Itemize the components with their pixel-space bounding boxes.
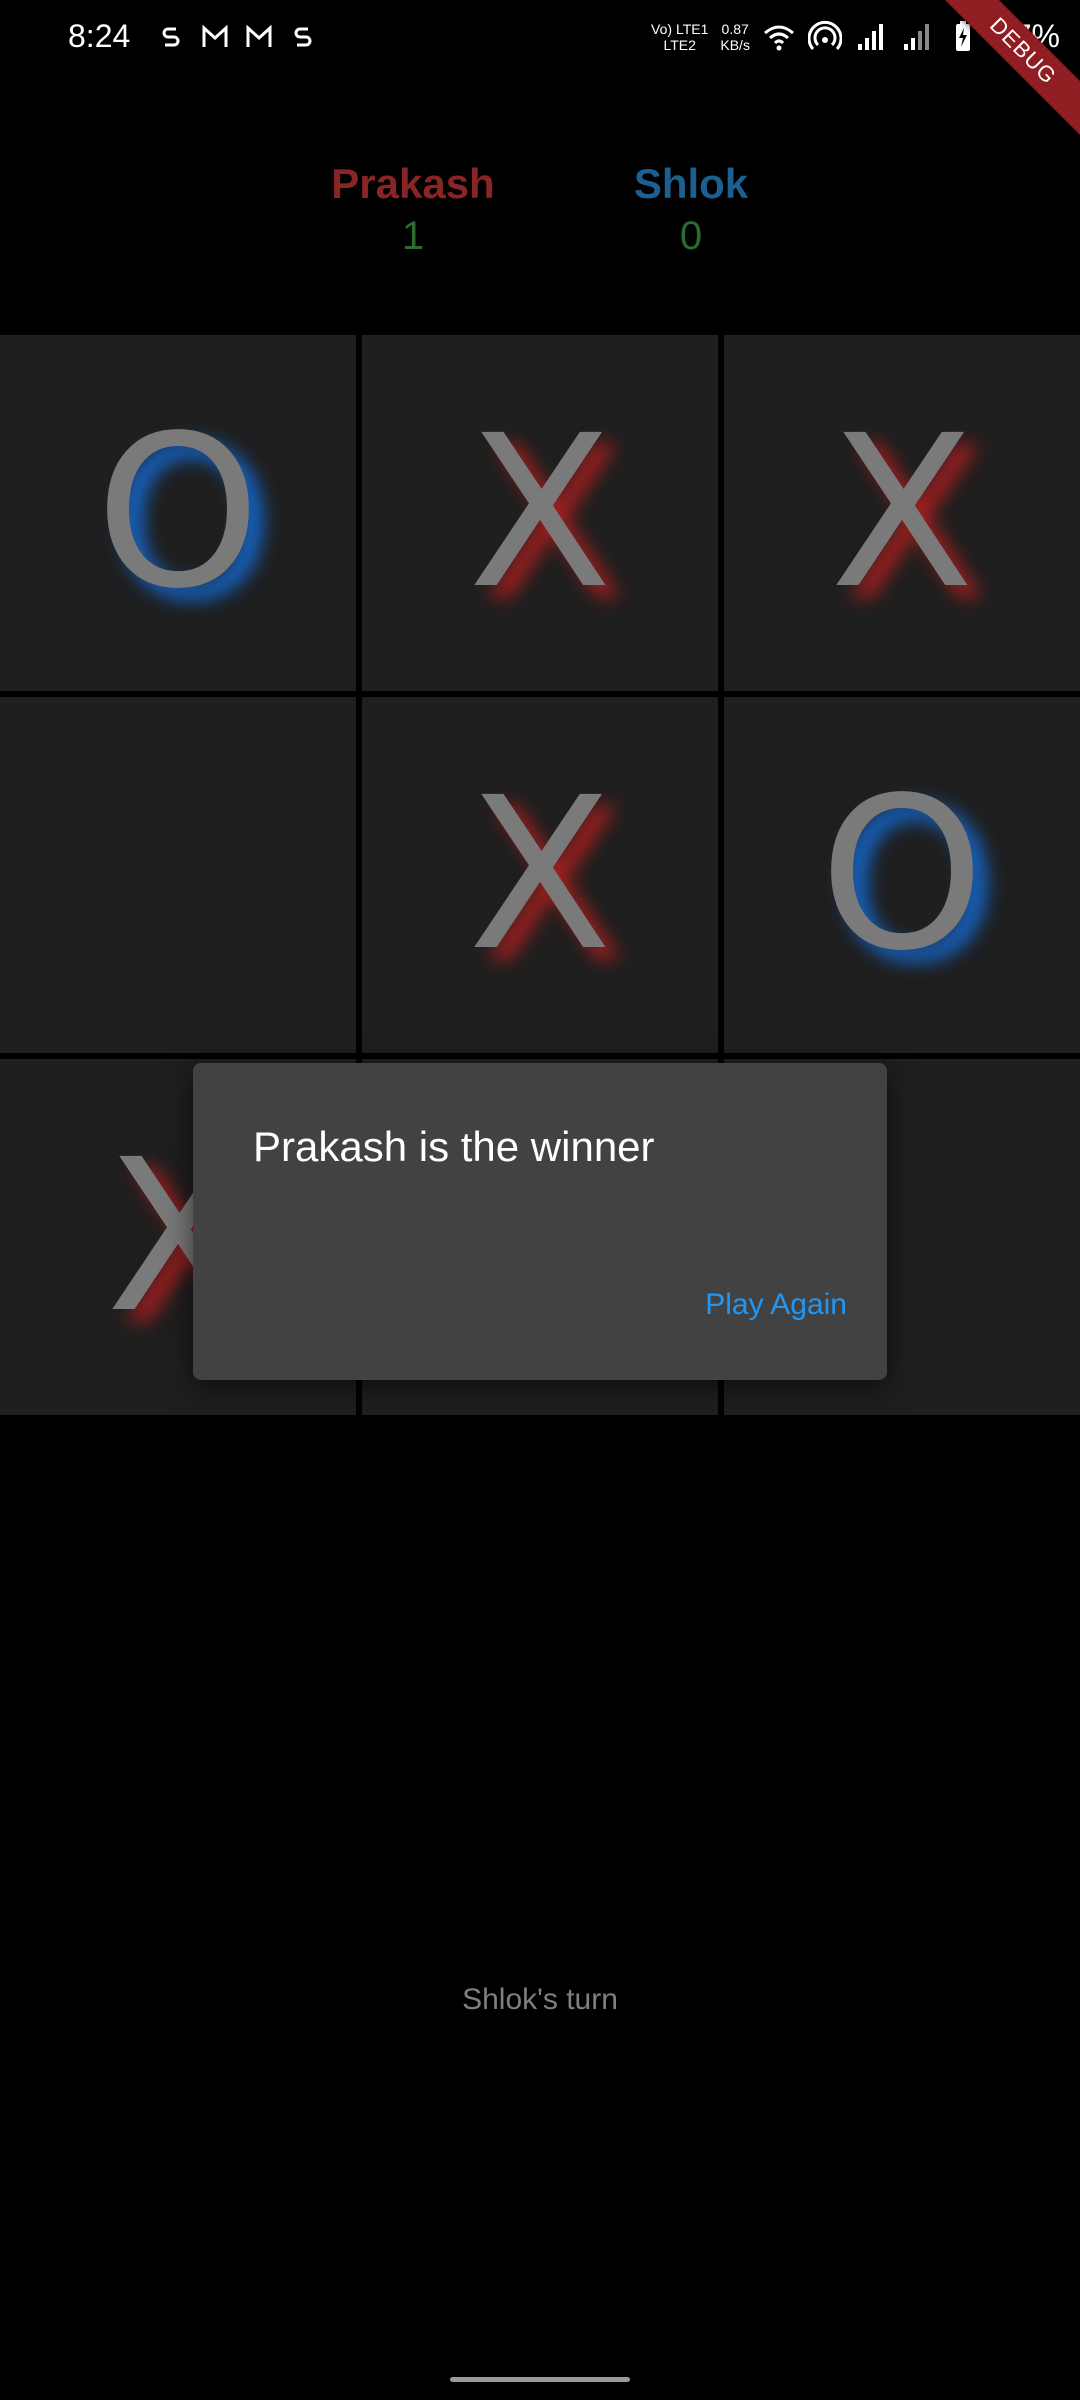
board-cell-3[interactable]: X <box>724 335 1080 691</box>
network-speed: 0.87 KB/s <box>720 20 750 53</box>
board-cell-2[interactable]: X <box>362 335 718 691</box>
board-cell-5[interactable]: X <box>362 697 718 1053</box>
gmail-icon <box>202 24 228 47</box>
turn-indicator: Shlok's turn <box>462 1983 618 2016</box>
network-type-label: Vo) LTE1 LTE2 <box>651 20 709 53</box>
hotspot-icon <box>807 20 842 50</box>
s-icon <box>294 27 312 47</box>
player-1-name: Prakash <box>331 160 495 207</box>
signal-icon <box>857 23 883 50</box>
notification-icons <box>156 22 318 52</box>
play-again-button[interactable]: Play Again <box>705 1288 847 1322</box>
signal-icon <box>903 23 929 50</box>
board-cell-1[interactable]: O <box>0 335 356 691</box>
board-cell-4[interactable] <box>0 697 356 1053</box>
player-1-score: 1 <box>401 214 425 258</box>
player-2-score-panel: Shlok 0 <box>591 160 791 259</box>
winner-dialog: Prakash is the winner Play Again <box>193 1063 887 1380</box>
player-2-score: 0 <box>679 214 703 258</box>
app-screen: 8:24 Vo) LTE1 LTE2 0.87 KB/s DEBUG Praka… <box>0 0 1080 2400</box>
winner-dialog-title: Prakash is the winner <box>253 1123 655 1170</box>
player-2-name: Shlok <box>633 160 749 207</box>
status-time: 8:24 <box>68 18 131 54</box>
wifi-icon <box>763 25 794 50</box>
player-1-score-panel: Prakash 1 <box>313 160 513 259</box>
gmail-icon <box>246 24 272 47</box>
s-icon <box>162 27 180 47</box>
home-gesture-bar[interactable] <box>450 2377 630 2382</box>
board-cell-6[interactable]: O <box>724 697 1080 1053</box>
status-bar: 8:24 Vo) LTE1 LTE2 0.87 KB/s <box>0 0 1080 80</box>
